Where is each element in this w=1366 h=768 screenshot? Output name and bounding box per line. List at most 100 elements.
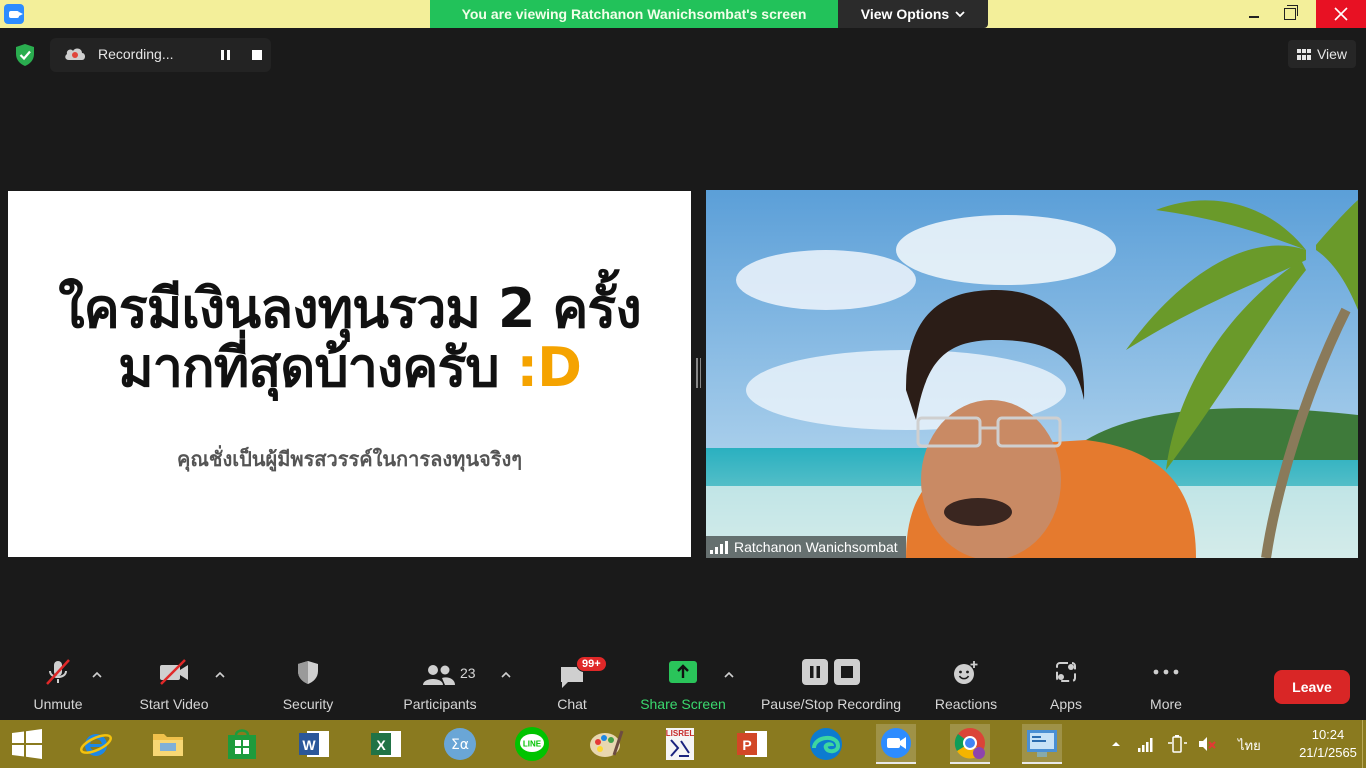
signal-strength-icon xyxy=(710,540,728,554)
taskbar-clock[interactable]: 10:24 21/1/2565 xyxy=(1290,726,1366,762)
file-explorer-icon[interactable] xyxy=(148,724,188,764)
more-dots-icon xyxy=(1153,669,1179,675)
participants-button[interactable]: 23 Participants xyxy=(396,652,484,720)
apps-button[interactable]: Apps xyxy=(1036,652,1096,720)
system-tray xyxy=(1105,720,1217,768)
svg-text:LINE: LINE xyxy=(523,740,542,749)
recording-status-text: Recording... xyxy=(98,46,174,62)
split-resize-handle[interactable] xyxy=(696,358,701,388)
security-label: Security xyxy=(282,696,334,712)
share-options-caret-icon[interactable] xyxy=(724,670,734,680)
participant-video[interactable] xyxy=(706,190,1358,558)
slide-subtitle: คุณชั่งเป็นผู้มีพรสวรรค์ในการลงทุนจริงๆ xyxy=(177,447,522,471)
close-button[interactable] xyxy=(1316,0,1366,28)
cloud-recording-icon xyxy=(65,48,85,60)
meeting-toolbar: Unmute Start Video Security 23 Participa… xyxy=(0,652,1366,720)
zoom-logo-icon xyxy=(4,4,24,24)
video-options-caret-icon[interactable] xyxy=(215,670,225,680)
clock-date: 21/1/2565 xyxy=(1299,745,1357,760)
security-shield-icon xyxy=(298,661,318,684)
clock-time: 10:24 xyxy=(1311,727,1345,742)
slide-title: ใครมีเงินลงทุนรวม 2 ครั้ง มากที่สุดบ้างค… xyxy=(8,279,691,398)
store-icon[interactable] xyxy=(222,724,262,764)
control-panel-icon[interactable] xyxy=(1022,724,1062,764)
view-label: View xyxy=(1316,46,1348,62)
pause-stop-icon xyxy=(802,659,860,685)
zoom-meeting-window: You are viewing Ratchanon Wanichsombat's… xyxy=(0,0,1366,768)
apps-label: Apps xyxy=(1050,696,1082,712)
pause-stop-label: Pause/Stop Recording xyxy=(760,696,902,712)
share-screen-button[interactable]: Share Screen xyxy=(634,652,732,720)
unmute-button[interactable]: Unmute xyxy=(26,652,90,720)
edge-icon[interactable] xyxy=(806,724,846,764)
viewing-screen-banner: You are viewing Ratchanon Wanichsombat's… xyxy=(430,0,838,28)
chat-button[interactable]: 99+ Chat xyxy=(542,652,607,720)
svg-text:LISREL: LISREL xyxy=(666,729,695,738)
video-off-icon xyxy=(160,659,188,685)
minimize-icon xyxy=(1249,16,1259,18)
view-options-label: View Options xyxy=(860,6,950,22)
share-screen-arrow-icon xyxy=(669,661,697,683)
start-video-button[interactable]: Start Video xyxy=(132,652,216,720)
windows-start-icon[interactable] xyxy=(10,728,44,760)
stop-recording-button[interactable] xyxy=(242,38,271,72)
reactions-button[interactable]: Reactions xyxy=(928,652,1004,720)
pause-recording-button[interactable] xyxy=(208,38,242,72)
share-screen-label: Share Screen xyxy=(640,696,726,712)
unmute-label: Unmute xyxy=(33,696,83,712)
show-hidden-icons-icon[interactable] xyxy=(1109,737,1123,751)
windows-taskbar: W X Σα LINE LISREL P ไทย 10:24 21/1/2565 xyxy=(0,720,1366,768)
more-button[interactable]: More xyxy=(1136,652,1196,720)
word-icon[interactable]: W xyxy=(294,724,334,764)
pause-stop-recording-button[interactable]: Pause/Stop Recording xyxy=(752,652,910,720)
chat-unread-badge: 99+ xyxy=(576,656,607,672)
svg-text:X: X xyxy=(376,737,386,753)
lisrel-icon[interactable]: LISREL xyxy=(660,724,700,764)
chevron-down-icon xyxy=(955,11,965,18)
participant-name: Ratchanon Wanichsombat xyxy=(734,539,898,555)
minimize-button[interactable] xyxy=(1234,0,1274,28)
participants-label: Participants xyxy=(403,696,477,712)
participant-name-tag: Ratchanon Wanichsombat xyxy=(706,536,906,558)
maximize-button[interactable] xyxy=(1270,0,1310,28)
chat-label: Chat xyxy=(557,696,587,712)
line-icon[interactable]: LINE xyxy=(512,724,552,764)
audio-options-caret-icon[interactable] xyxy=(92,670,102,680)
battery-icon[interactable] xyxy=(1167,735,1187,753)
grid-view-icon xyxy=(1296,48,1311,60)
volume-muted-icon[interactable] xyxy=(1197,735,1217,753)
apps-icon xyxy=(1056,662,1076,682)
slide-title-line2: มากที่สุดบ้างครับ :D xyxy=(8,338,691,397)
svg-text:P: P xyxy=(742,737,751,753)
paint-icon[interactable] xyxy=(586,724,626,764)
view-options-button[interactable]: View Options xyxy=(838,0,988,28)
math-icon[interactable]: Σα xyxy=(440,724,480,764)
participants-count: 23 xyxy=(460,665,476,681)
powerpoint-icon[interactable]: P xyxy=(732,724,772,764)
svg-text:W: W xyxy=(302,737,316,753)
title-bar: You are viewing Ratchanon Wanichsombat's… xyxy=(0,0,1366,28)
more-label: More xyxy=(1150,696,1182,712)
microphone-muted-icon xyxy=(46,659,70,685)
excel-icon[interactable]: X xyxy=(366,724,406,764)
view-layout-button[interactable]: View xyxy=(1288,40,1356,68)
encryption-shield-icon[interactable] xyxy=(12,42,38,68)
security-button[interactable]: Security xyxy=(276,652,340,720)
zoom-icon[interactable] xyxy=(876,724,916,764)
participants-options-caret-icon[interactable] xyxy=(501,670,511,680)
input-language-indicator[interactable]: ไทย xyxy=(1238,735,1261,756)
internet-explorer-icon[interactable] xyxy=(76,724,116,764)
start-video-label: Start Video xyxy=(139,696,209,712)
show-desktop-button[interactable] xyxy=(1362,720,1366,768)
beach-background xyxy=(706,190,1358,558)
stop-icon xyxy=(251,50,262,60)
close-icon xyxy=(1334,7,1348,21)
reactions-label: Reactions xyxy=(934,696,998,712)
svg-text:Σα: Σα xyxy=(451,737,469,753)
slide-title-line2-text: มากที่สุดบ้างครับ xyxy=(118,336,517,400)
network-signal-icon[interactable] xyxy=(1137,735,1155,753)
chrome-icon[interactable] xyxy=(950,724,990,764)
leave-meeting-button[interactable]: Leave xyxy=(1274,670,1350,704)
participants-icon xyxy=(423,665,455,685)
reactions-smiley-icon xyxy=(954,661,978,684)
